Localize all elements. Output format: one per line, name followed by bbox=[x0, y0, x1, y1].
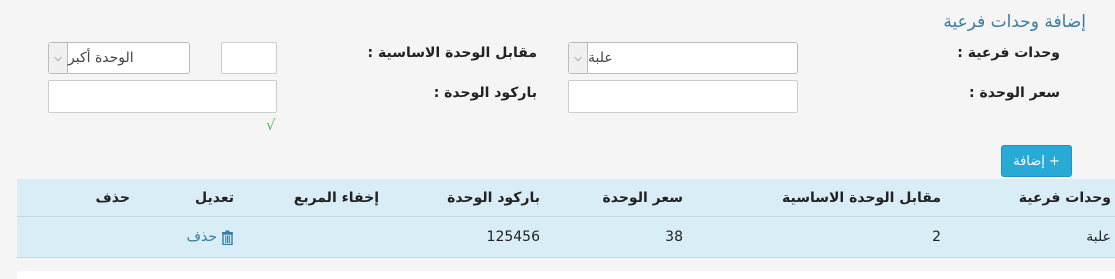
cell-barcode: 125456 bbox=[486, 229, 540, 245]
cell-sub-unit: علبة bbox=[1086, 229, 1111, 245]
sub-units-label: وحدات فرعية : bbox=[957, 45, 1060, 61]
col-delete: حذف bbox=[95, 189, 130, 206]
table-footer-strip bbox=[17, 271, 1115, 279]
sub-units-select[interactable]: ⌵ علبة bbox=[568, 42, 798, 74]
col-price: سعر الوحدة bbox=[602, 189, 683, 206]
unit-price-input[interactable] bbox=[568, 80, 798, 113]
add-button[interactable]: + إضافة bbox=[1001, 145, 1072, 177]
chevron-down-icon: ⌵ bbox=[49, 43, 68, 73]
unit-price-label: سعر الوحدة : bbox=[969, 85, 1060, 101]
col-barcode: باركود الوحدة bbox=[447, 189, 540, 206]
col-sub-units: وحدات فرعية bbox=[1018, 189, 1111, 206]
col-base-equiv: مقابل الوحدة الاساسية bbox=[782, 189, 941, 206]
delete-link-label: حذف bbox=[186, 229, 217, 245]
trash-icon bbox=[222, 230, 233, 245]
unit-barcode-input[interactable] bbox=[48, 80, 277, 113]
table-row: علبة 2 38 125456 حذف bbox=[17, 217, 1115, 258]
larger-unit-select[interactable]: ⌵ الوحدة أكبر bbox=[48, 42, 190, 74]
table-header-row: وحدات فرعية مقابل الوحدة الاساسية سعر ال… bbox=[17, 179, 1115, 217]
larger-unit-select-value: الوحدة أكبر bbox=[68, 50, 134, 66]
col-edit: تعديل bbox=[195, 189, 234, 206]
unit-barcode-label: باركود الوحدة : bbox=[433, 85, 537, 101]
check-icon: √ bbox=[266, 116, 276, 134]
sub-units-select-value: علبة bbox=[588, 50, 613, 66]
page-title: إضافة وحدات فرعية bbox=[943, 12, 1086, 32]
chevron-down-icon: ⌵ bbox=[569, 43, 588, 73]
base-unit-equiv-label: مقابل الوحدة الاساسية : bbox=[367, 45, 537, 61]
cell-price: 38 bbox=[665, 229, 683, 245]
col-hide-box: إخفاء المربع bbox=[293, 189, 379, 206]
cell-edit: حذف bbox=[186, 217, 234, 257]
delete-link[interactable]: حذف bbox=[186, 229, 234, 245]
sub-units-table: وحدات فرعية مقابل الوحدة الاساسية سعر ال… bbox=[17, 179, 1115, 258]
base-unit-equiv-input[interactable] bbox=[221, 42, 277, 74]
cell-base-equiv: 2 bbox=[932, 229, 941, 245]
